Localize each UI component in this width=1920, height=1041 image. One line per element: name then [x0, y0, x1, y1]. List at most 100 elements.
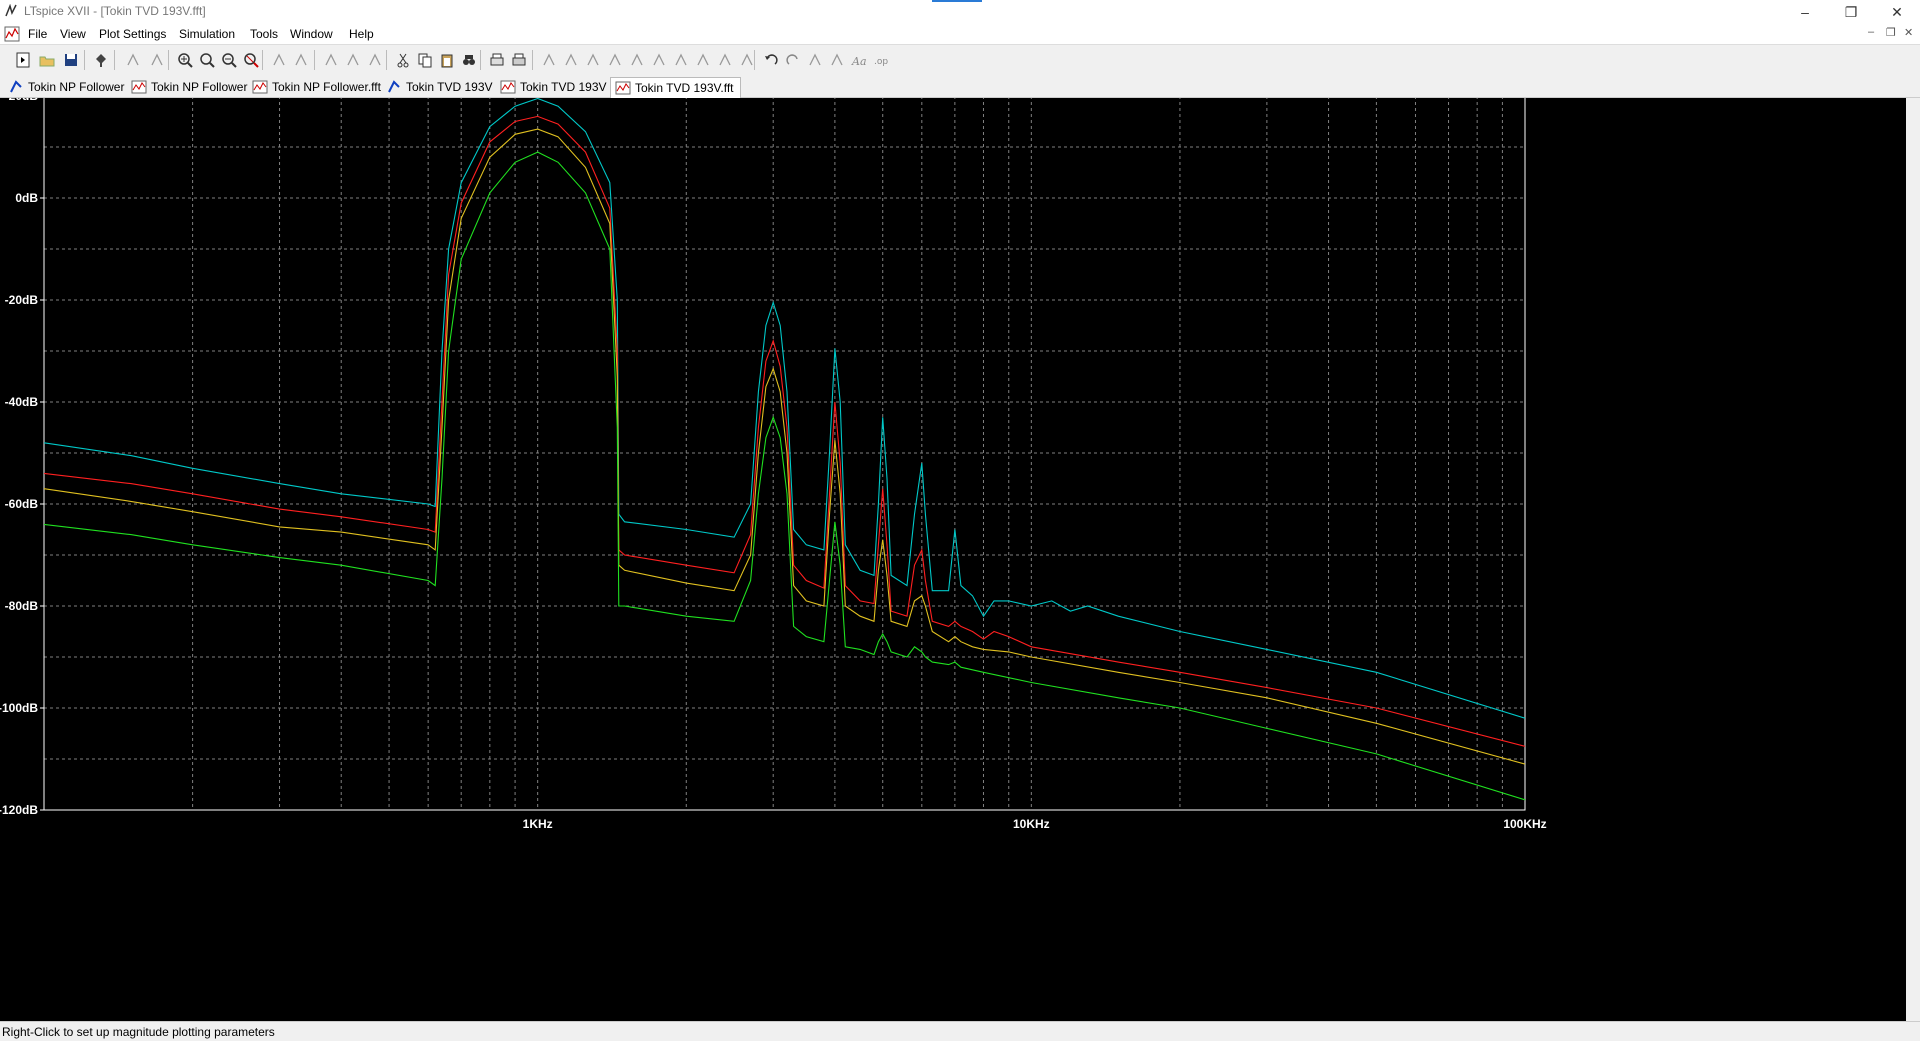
y-tick-label: -120dB	[0, 803, 38, 817]
schematic-icon	[10, 80, 22, 93]
wire-icon-glyph	[543, 53, 555, 66]
menu-tools[interactable]: Tools	[250, 27, 278, 41]
mdi-minimize-button[interactable]: –	[1868, 26, 1874, 38]
autorange-icon[interactable]	[270, 51, 288, 69]
menu-help[interactable]: Help	[349, 27, 374, 41]
resistor-icon[interactable]	[606, 51, 624, 69]
redo-icon[interactable]	[784, 51, 802, 69]
print-icon[interactable]	[510, 51, 528, 69]
tab-tokin-np-follower-waveform[interactable]: Tokin NP Follower	[131, 77, 247, 97]
text-icon[interactable]: Aa	[850, 51, 868, 69]
fft-plot[interactable]: 20dB 0dB -20dB -40dB -60dB -80dB -100dB -120dB 1…	[0, 81, 1906, 1021]
toolbar-separator	[314, 50, 315, 70]
menu-view[interactable]: View	[60, 27, 86, 41]
move-icon[interactable]	[716, 51, 734, 69]
toolbar-separator	[262, 50, 263, 70]
move-icon-glyph	[719, 53, 731, 66]
toolbar-separator	[532, 50, 533, 70]
run-icon[interactable]	[124, 51, 142, 69]
status-bar: Right-Click to set up magnitude plotting…	[0, 1021, 1920, 1041]
tab-tokin-tvd-193v-schematic[interactable]: Tokin TVD 193V	[386, 77, 493, 97]
cut-icon[interactable]	[394, 51, 412, 69]
menu-window[interactable]: Window	[290, 27, 333, 41]
tab-label: Tokin NP Follower.fft	[272, 80, 381, 94]
tab-label: Tokin NP Follower	[28, 80, 125, 94]
y-tick-label: -100dB	[0, 701, 38, 715]
cut-icon-glyph	[397, 53, 409, 68]
component-icon[interactable]	[694, 51, 712, 69]
label-icon-glyph	[587, 53, 599, 66]
x-tick-label: 1KHz	[523, 817, 553, 831]
component-icon-glyph	[697, 53, 709, 66]
close-button[interactable]: ✕	[1874, 2, 1920, 22]
wire-icon[interactable]	[540, 51, 558, 69]
x-tick-label: 100KHz	[1503, 817, 1546, 831]
menu-file[interactable]: File	[28, 27, 47, 41]
inductor-icon[interactable]	[650, 51, 668, 69]
toolbar-separator	[480, 50, 481, 70]
open-icon-glyph	[39, 56, 55, 67]
document-tabs: Tokin NP Follower Tokin NP Follower Toki…	[0, 75, 1920, 98]
vertical-scrollbar[interactable]	[1906, 98, 1920, 1021]
toolbar-separator	[386, 50, 387, 70]
label-icon[interactable]	[584, 51, 602, 69]
menu-plot-settings[interactable]: Plot Settings	[99, 27, 166, 41]
delete-traces-icon[interactable]	[292, 51, 310, 69]
halt-icon[interactable]	[148, 51, 166, 69]
spice-directive-icon[interactable]: .op	[872, 51, 890, 69]
waveform-plot-pane[interactable]: 20dB 0dB -20dB -40dB -60dB -80dB -100dB -120dB 1…	[0, 81, 1920, 1021]
y-tick-label: -60dB	[5, 497, 39, 511]
capacitor-icon[interactable]	[628, 51, 646, 69]
new-schematic-icon[interactable]	[14, 51, 32, 69]
run-icon-glyph	[127, 53, 139, 66]
redo-icon-glyph	[786, 54, 798, 65]
y-tick-label: -80dB	[5, 599, 39, 613]
status-text: Right-Click to set up magnitude plotting…	[2, 1025, 275, 1039]
menu-simulation[interactable]: Simulation	[179, 27, 235, 41]
zoom-in-icon[interactable]	[176, 51, 194, 69]
y-tick-label: -40dB	[5, 395, 39, 409]
print-preview-icon[interactable]	[488, 51, 506, 69]
tile-horizontal-icon[interactable]	[322, 51, 340, 69]
copy-icon[interactable]	[416, 51, 434, 69]
zoom-out-icon[interactable]	[220, 51, 238, 69]
ground-icon[interactable]	[562, 51, 580, 69]
diode-icon[interactable]	[672, 51, 690, 69]
paste-icon[interactable]	[438, 51, 456, 69]
mdi-restore-button[interactable]: ❐	[1886, 26, 1896, 39]
restore-button[interactable]: ❐	[1828, 2, 1874, 22]
print-preview-icon-glyph	[490, 53, 504, 66]
open-icon[interactable]	[38, 51, 56, 69]
mdi-close-button[interactable]: ✕	[1904, 26, 1913, 39]
tab-label: Tokin TVD 193V.fft	[635, 81, 734, 95]
tab-tokin-tvd-193v-fft[interactable]: Tokin TVD 193V.fft	[610, 77, 741, 98]
ground-icon-glyph	[565, 53, 577, 66]
undo-icon[interactable]	[762, 51, 780, 69]
find-icon[interactable]	[460, 51, 478, 69]
focus-indicator	[932, 0, 982, 2]
minimize-button[interactable]: –	[1782, 2, 1828, 22]
tab-tokin-np-follower-schematic[interactable]: Tokin NP Follower	[8, 77, 124, 97]
tile-vertical-icon[interactable]	[344, 51, 362, 69]
mirror-icon[interactable]	[828, 51, 846, 69]
trace-line-3	[43, 128, 1526, 765]
waveform-icon	[615, 81, 631, 95]
waveform-document-icon[interactable]	[4, 26, 20, 42]
tab-tokin-np-follower-fft[interactable]: Tokin NP Follower.fft	[252, 77, 381, 97]
menu-bar: File View Plot Settings Simulation Tools…	[0, 24, 1920, 44]
halt-icon-glyph	[151, 53, 163, 66]
waveform-icon	[252, 80, 268, 94]
cascade-icon[interactable]	[366, 51, 384, 69]
x-tick-label: 10KHz	[1013, 817, 1050, 831]
rotate-icon[interactable]	[806, 51, 824, 69]
zoom-box-icon[interactable]	[198, 51, 216, 69]
svg-text:Aa: Aa	[851, 55, 867, 68]
control-panel-icon[interactable]	[92, 51, 110, 69]
save-icon[interactable]	[62, 51, 80, 69]
window-title: LTspice XVII - [Tokin TVD 193V.fft]	[24, 4, 206, 18]
title-bar: LTspice XVII - [Tokin TVD 193V.fft] – ❐ …	[0, 0, 1920, 24]
toolbar: Aa .op	[0, 44, 1920, 76]
zoom-fit-icon[interactable]	[242, 51, 260, 69]
toolbar-separator	[84, 50, 85, 70]
tab-tokin-tvd-193v-waveform[interactable]: Tokin TVD 193V	[500, 77, 607, 97]
